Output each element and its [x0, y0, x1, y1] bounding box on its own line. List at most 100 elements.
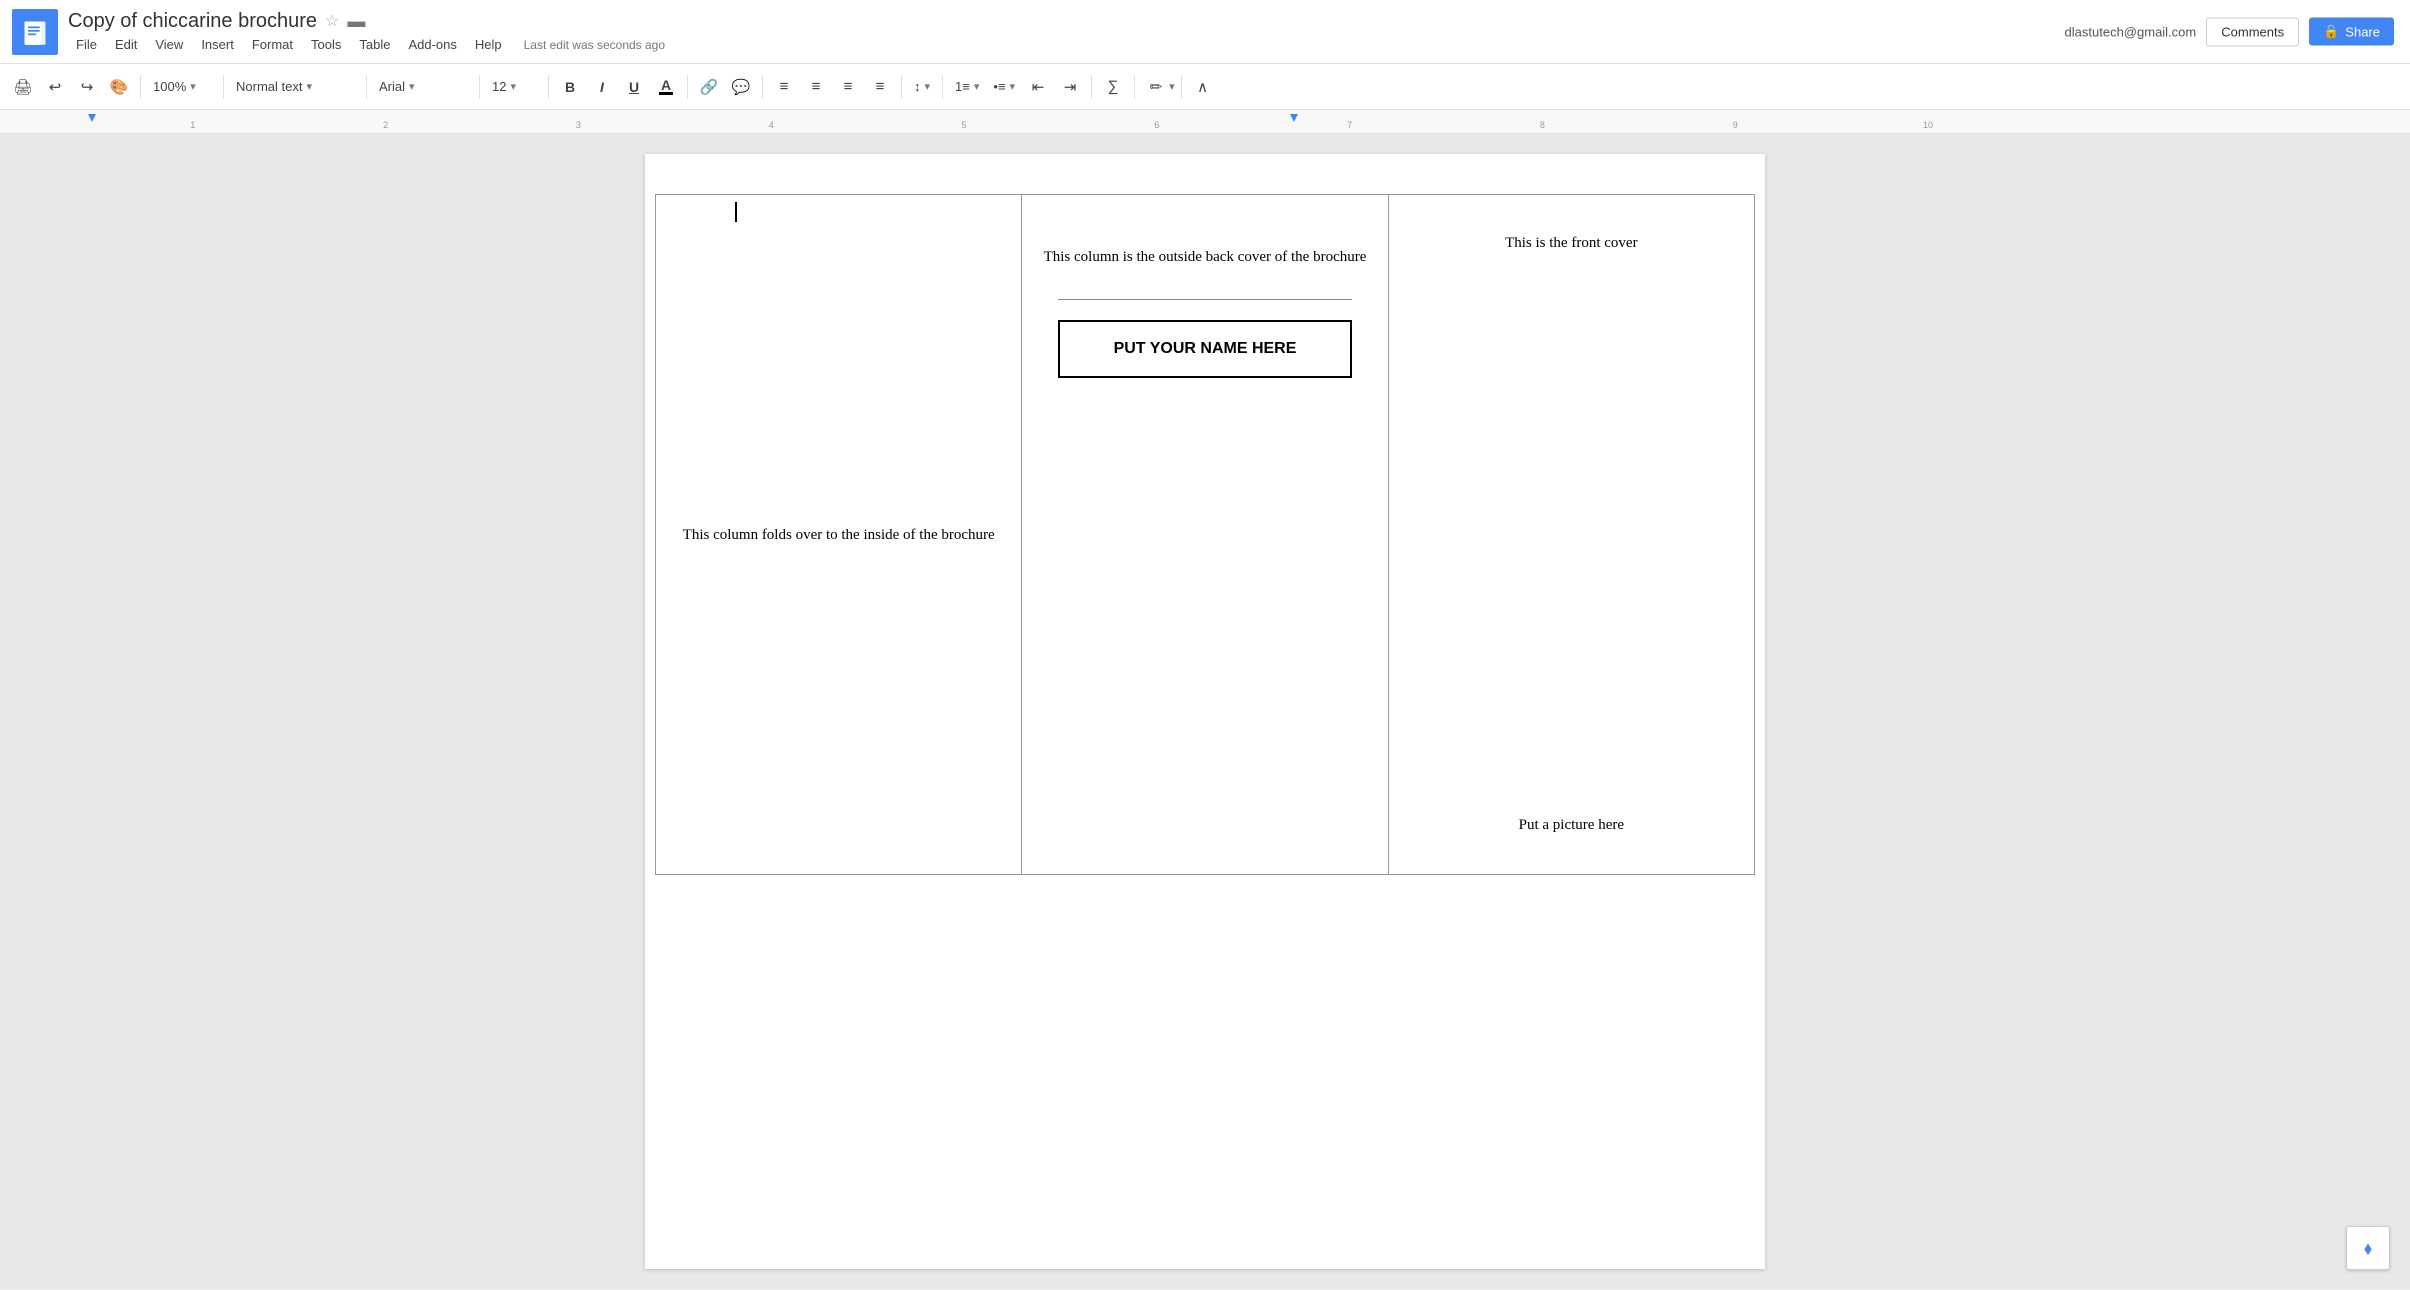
text-cursor — [735, 202, 737, 222]
size-dropdown[interactable]: 12 ▾ — [486, 72, 542, 102]
separator-9 — [942, 75, 943, 99]
svg-text:8: 8 — [1540, 120, 1545, 130]
link-button[interactable]: 🔗 — [694, 72, 724, 102]
bulleted-list-icon: •≡ — [993, 79, 1005, 94]
top-bar: Copy of chiccarine brochure ☆ ▬ File Edi… — [0, 0, 2410, 64]
separator-6 — [687, 75, 688, 99]
draw-button[interactable]: ✏ — [1141, 72, 1171, 102]
zoom-chevron: ▾ — [190, 80, 196, 93]
font-dropdown[interactable]: Arial ▾ — [373, 72, 473, 102]
doc-title-row: Copy of chiccarine brochure ☆ ▬ — [68, 10, 2398, 33]
col-right-bottom: Put a picture here — [1519, 817, 1624, 834]
underline-button[interactable]: U — [619, 72, 649, 102]
numbered-list-dropdown[interactable]: 1≡ ▾ — [949, 72, 985, 102]
toolbar: 🖨 ↩ ↪ 🎨 100% ▾ Normal text ▾ Arial ▾ 12 … — [0, 64, 2410, 110]
separator-8 — [901, 75, 902, 99]
align-right-button[interactable]: ≡ — [833, 72, 863, 102]
zoom-value: 100% — [153, 79, 186, 94]
separator-12 — [1181, 75, 1182, 99]
brochure-col-left[interactable]: This column folds over to the inside of … — [656, 195, 1022, 875]
separator-10 — [1091, 75, 1092, 99]
comment-button[interactable]: 💬 — [726, 72, 756, 102]
size-value: 12 — [492, 79, 506, 94]
print-button[interactable]: 🖨 — [8, 72, 38, 102]
lock-icon: 🔒 — [2323, 24, 2339, 40]
brochure-table: This column folds over to the inside of … — [655, 194, 1755, 875]
menu-tools[interactable]: Tools — [303, 35, 349, 54]
bulleted-list-dropdown[interactable]: •≡ ▾ — [987, 72, 1021, 102]
menu-help[interactable]: Help — [467, 35, 510, 54]
header-right: dlastutech@gmail.com Comments 🔒 Share — [2065, 17, 2394, 46]
menu-format[interactable]: Format — [244, 35, 301, 54]
draw-chevron[interactable]: ▾ — [1169, 80, 1175, 93]
col-right-content: This is the front cover Put a picture he… — [1389, 195, 1754, 874]
app-icon — [12, 9, 58, 55]
line-spacing-dropdown[interactable]: ↕ ▾ — [908, 72, 936, 102]
menu-file[interactable]: File — [68, 35, 105, 54]
name-box[interactable]: PUT YOUR NAME HERE — [1058, 320, 1352, 378]
align-left-button[interactable]: ≡ — [769, 72, 799, 102]
menu-table[interactable]: Table — [351, 35, 398, 54]
col3-top-text: This is the front cover — [1505, 235, 1637, 251]
assistant-button[interactable]: ⬧ — [2346, 1226, 2390, 1270]
separator-1 — [140, 75, 141, 99]
decrease-indent-button[interactable]: ⇤ — [1023, 72, 1053, 102]
menu-bar: File Edit View Insert Format Tools Table… — [68, 35, 2398, 54]
doc-title-area: Copy of chiccarine brochure ☆ ▬ File Edi… — [68, 10, 2398, 54]
brochure-col-middle[interactable]: This column is the outside back cover of… — [1022, 195, 1388, 875]
italic-button[interactable]: I — [587, 72, 617, 102]
increase-indent-button[interactable]: ⇥ — [1055, 72, 1085, 102]
comments-button[interactable]: Comments — [2206, 17, 2299, 46]
svg-text:7: 7 — [1347, 120, 1352, 130]
brochure-col-right[interactable]: This is the front cover Put a picture he… — [1388, 195, 1754, 875]
menu-addons[interactable]: Add-ons — [400, 35, 464, 54]
col-middle-content: This column is the outside back cover of… — [1022, 195, 1387, 874]
folder-icon[interactable]: ▬ — [347, 11, 365, 32]
menu-insert[interactable]: Insert — [193, 35, 242, 54]
share-button[interactable]: 🔒 Share — [2309, 18, 2394, 46]
share-label: Share — [2345, 24, 2380, 39]
undo-button[interactable]: ↩ — [40, 72, 70, 102]
justify-button[interactable]: ≡ — [865, 72, 895, 102]
style-dropdown[interactable]: Normal text ▾ — [230, 72, 360, 102]
document-page[interactable]: This column folds over to the inside of … — [645, 154, 1765, 1269]
separator-4 — [479, 75, 480, 99]
svg-text:3: 3 — [576, 120, 581, 130]
font-value: Arial — [379, 79, 405, 94]
svg-text:2: 2 — [383, 120, 388, 130]
zoom-dropdown[interactable]: 100% ▾ — [147, 72, 217, 102]
col-left-content: This column folds over to the inside of … — [656, 503, 1021, 567]
svg-text:5: 5 — [961, 120, 966, 130]
user-email: dlastutech@gmail.com — [2065, 24, 2197, 39]
doc-title[interactable]: Copy of chiccarine brochure — [68, 10, 317, 33]
font-chevron: ▾ — [409, 80, 415, 93]
separator-11 — [1134, 75, 1135, 99]
svg-text:4: 4 — [769, 120, 774, 130]
text-color-icon: A — [659, 78, 673, 95]
ruler-svg: 1 2 3 4 5 6 7 8 9 10 — [0, 110, 2410, 134]
col3-bottom-text: Put a picture here — [1519, 817, 1624, 833]
menu-edit[interactable]: Edit — [107, 35, 145, 54]
separator-7 — [762, 75, 763, 99]
col-right-top: This is the front cover — [1505, 235, 1637, 252]
separator-3 — [366, 75, 367, 99]
ruler: 1 2 3 4 5 6 7 8 9 10 — [0, 110, 2410, 134]
svg-text:6: 6 — [1154, 120, 1159, 130]
size-chevron: ▾ — [510, 80, 516, 93]
last-edit-status: Last edit was seconds ago — [524, 38, 665, 54]
formula-button[interactable]: ∑ — [1098, 72, 1128, 102]
style-value: Normal text — [236, 79, 302, 94]
numbered-list-icon: 1≡ — [955, 79, 970, 94]
text-color-button[interactable]: A — [651, 72, 681, 102]
star-icon[interactable]: ☆ — [325, 11, 339, 31]
paint-format-button[interactable]: 🎨 — [104, 72, 134, 102]
style-chevron: ▾ — [306, 80, 312, 93]
menu-view[interactable]: View — [147, 35, 191, 54]
col-middle-top-text: This column is the outside back cover of… — [1044, 215, 1367, 289]
middle-divider — [1058, 299, 1352, 300]
align-center-button[interactable]: ≡ — [801, 72, 831, 102]
collapse-toolbar-button[interactable]: ∧ — [1188, 72, 1218, 102]
separator-2 — [223, 75, 224, 99]
bold-button[interactable]: B — [555, 72, 585, 102]
redo-button[interactable]: ↪ — [72, 72, 102, 102]
